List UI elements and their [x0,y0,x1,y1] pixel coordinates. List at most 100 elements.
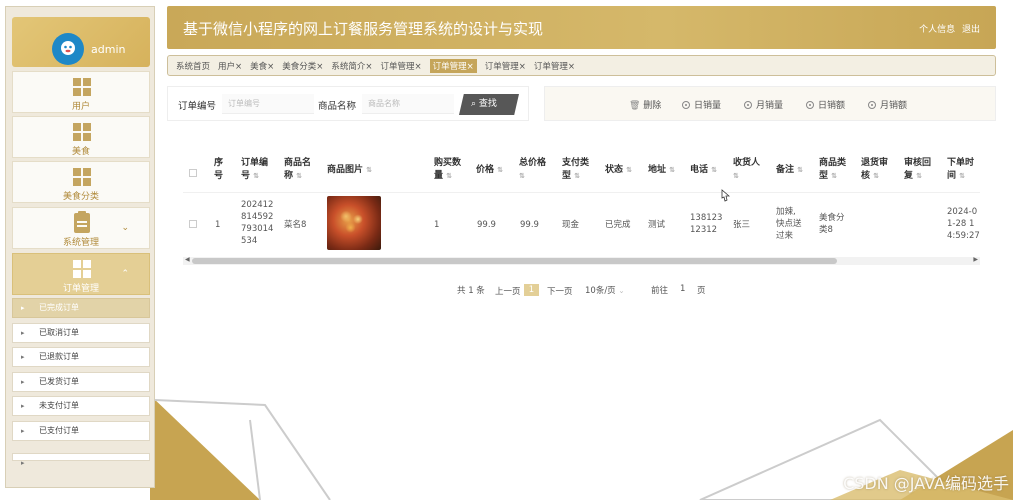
tab-system-intro[interactable]: 系统简介× [331,60,372,72]
top-header: 基于微信小程序的网上订餐服务管理系统的设计与实现 个人信息 退出 [167,6,996,49]
goto-suffix: 页 [697,286,706,296]
monthly-revenue-label: 月销额 [880,101,908,111]
mouse-cursor-icon [721,189,730,202]
goto-input[interactable]: 1 [680,284,685,294]
sidebar-item-food[interactable]: 美食 [12,116,150,158]
sort-icon: ⇅ [959,172,966,180]
sub-item-unpaid-orders[interactable]: 未支付订单 [12,396,150,416]
sidebar-item-system[interactable]: 系统管理 ⌄ [12,207,150,249]
sort-icon: ⇅ [366,166,373,174]
col-header-address[interactable]: 地址 ⇅ [648,164,675,177]
tab-users[interactable]: 用户× [218,60,242,72]
tab-food-category[interactable]: 美食分类× [282,60,323,72]
sidebar-item-users[interactable]: 用户 [12,71,150,113]
product-name-input[interactable]: 商品名称 [362,94,454,114]
sort-icon: ⇅ [669,166,676,174]
col-header-refund-review[interactable]: 退货审核 ⇅ [861,157,888,183]
header-links: 个人信息 退出 [915,22,980,35]
col-header-pay-type[interactable]: 支付类型 ⇅ [562,157,589,183]
avatar[interactable] [52,33,84,65]
tab-orders[interactable]: 订单管理× [485,60,526,72]
col-header-receiver[interactable]: 收货人 ⇅ [733,157,760,183]
col-header-category[interactable]: 商品类型 ⇅ [819,157,846,183]
col-header-review-reply[interactable]: 审核回复 ⇅ [904,157,931,183]
daily-revenue-button[interactable]: 日销额 [806,98,845,111]
tab-orders[interactable]: 订单管理× [381,60,422,72]
col-header-phone[interactable]: 电话 ⇅ [690,164,717,177]
scrollbar-thumb[interactable] [192,258,837,264]
scroll-right-icon[interactable]: ▶ [973,256,978,263]
avatar-icon [61,41,75,55]
delete-button[interactable]: 🗑 删除 [629,98,661,111]
select-all-checkbox[interactable] [189,169,197,177]
order-no-input[interactable]: 订单编号 [222,94,314,114]
tab-food[interactable]: 美食× [250,60,274,72]
row-checkbox[interactable] [189,220,197,228]
profile-link[interactable]: 个人信息 [919,25,955,35]
grid-icon [73,78,91,96]
sub-item-paid-orders[interactable]: 已支付订单 [12,421,150,441]
col-header-seq[interactable]: 序号 [214,157,223,183]
sidebar-item-food-category[interactable]: 美食分类 [12,161,150,203]
sub-item-refunded-orders[interactable]: 已退款订单 [12,347,150,367]
sort-icon: ⇅ [296,172,303,180]
radio-icon [744,101,752,109]
col-header-product-name[interactable]: 商品名称 ⇅ [284,157,311,183]
col-header-product-image[interactable]: 商品图片 ⇅ [327,164,372,177]
horizontal-scrollbar[interactable]: ◀ ▶ [183,256,980,265]
monthly-sales-button[interactable]: 月销量 [744,98,783,111]
sub-item-shipped-orders[interactable]: 已发货订单 [12,372,150,392]
cell-seq: 1 [215,220,221,230]
sub-item-completed-orders[interactable]: 已完成订单 [12,298,150,318]
col-header-order-no[interactable]: 订单编号 ⇅ [241,157,268,183]
tab-orders[interactable]: 订单管理× [534,60,575,72]
sub-item-partial[interactable] [12,453,150,472]
sort-icon: ⇅ [446,172,453,180]
sort-icon: ⇅ [797,166,804,174]
col-header-order-time[interactable]: 下单时间 ⇅ [947,157,974,183]
tab-home[interactable]: 系统首页 [176,60,210,72]
username: admin [91,43,126,56]
delete-label: 删除 [643,101,662,111]
search-button[interactable]: ⌕ 查找 [459,94,519,115]
radio-icon [806,101,814,109]
monthly-revenue-button[interactable]: 月销额 [868,98,907,111]
daily-revenue-label: 日销额 [818,101,846,111]
product-image[interactable] [327,196,381,250]
product-name-label: 商品名称 [318,101,357,112]
chevron-down-icon: ⌄ [121,223,129,233]
pagination-current[interactable]: 1 [524,284,539,296]
page-size-select[interactable]: 10条/页 ⌄ [585,284,625,296]
grid-icon [73,168,91,186]
col-header-price[interactable]: 价格 ⇅ [476,164,503,177]
grid-icon [73,123,91,141]
col-header-remark[interactable]: 备注 ⇅ [776,164,803,177]
sidebar-item-label: 用户 [71,102,90,112]
sidebar-item-orders[interactable]: 订单管理 ⌃ [12,253,150,295]
header-divider [183,192,980,193]
sub-item-cancelled-orders[interactable]: 已取消订单 [12,323,150,343]
cell-pay-type: 现金 [562,220,580,230]
sort-icon: ⇅ [831,172,838,180]
pagination-total: 共 1 条 [457,286,485,296]
tab-orders-active[interactable]: 订单管理× [429,58,477,73]
col-header-quantity[interactable]: 购买数量 ⇅ [434,157,461,183]
sort-icon: ⇅ [711,166,718,174]
search-icon: ⌕ [471,99,479,109]
sidebar-item-label: 美食 [71,147,90,157]
col-header-status[interactable]: 状态 ⇅ [605,164,632,177]
pagination-prev[interactable]: 上一页 [495,285,521,297]
logout-link[interactable]: 退出 [962,25,980,35]
sort-icon: ⇅ [497,166,504,174]
col-header-total[interactable]: 总价格 ⇅ [519,157,546,183]
pagination-next[interactable]: 下一页 [547,285,573,297]
daily-sales-label: 日销量 [694,101,722,111]
tab-bar: 系统首页 用户× 美食× 美食分类× 系统简介× 订单管理× 订单管理× 订单管… [167,55,996,76]
daily-sales-button[interactable]: 日销量 [682,98,721,111]
watermark: CSDN @JAVA编码选手 [843,474,1009,493]
scroll-left-icon[interactable]: ◀ [185,256,190,263]
sidebar-user-panel: admin [12,17,150,67]
cell-order-time: 2024-0 1-28 1 4:59:27 [947,207,980,241]
cell-status: 已完成 [605,220,631,230]
radio-icon [868,101,876,109]
